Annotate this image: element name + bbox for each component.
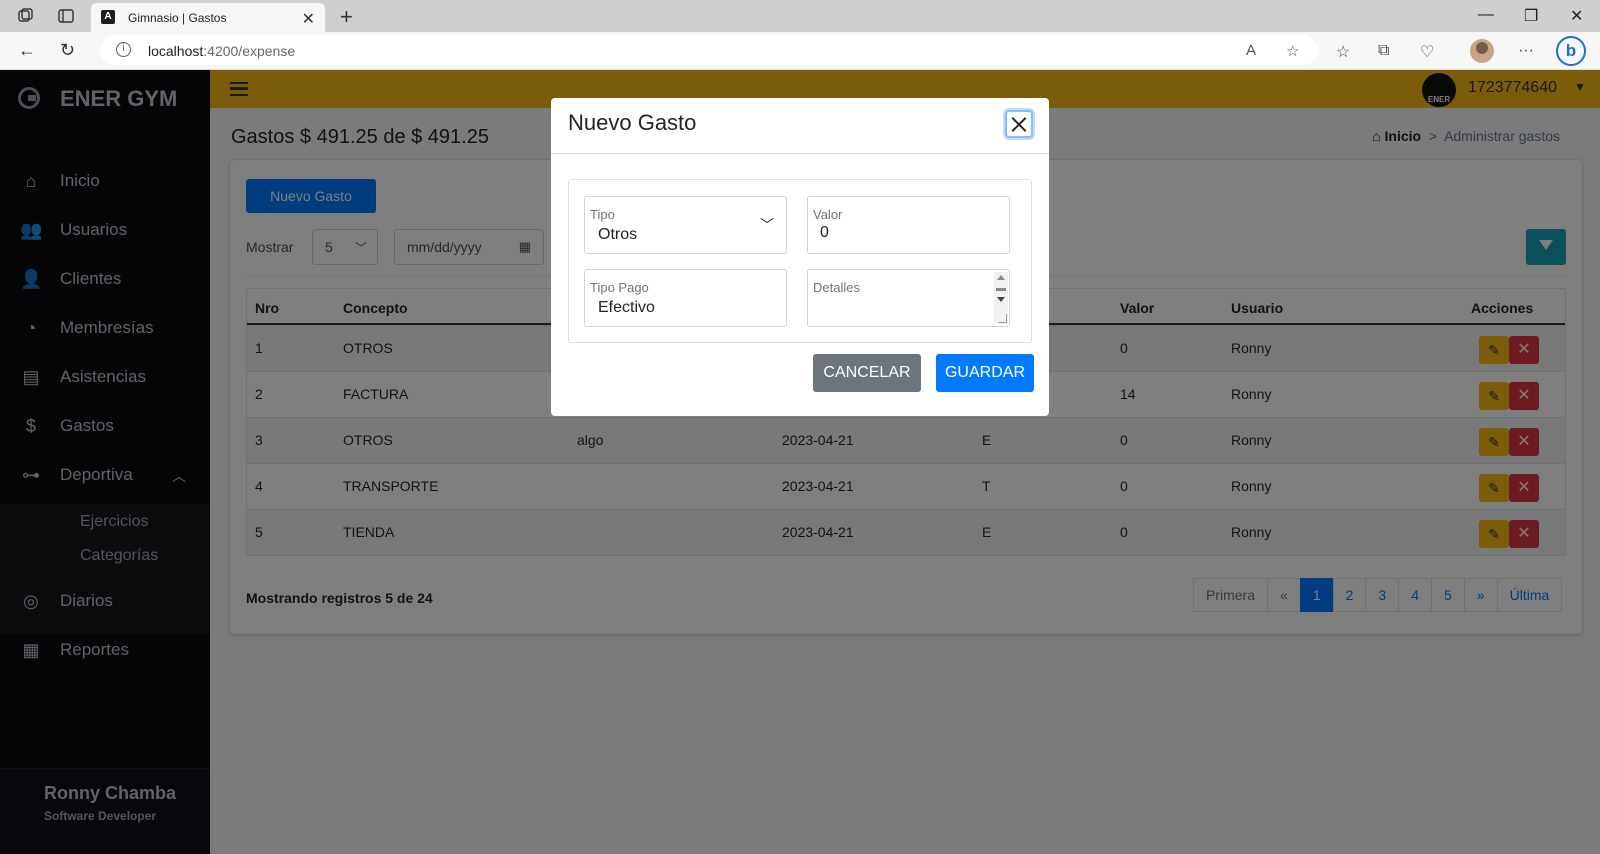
more-icon[interactable]: ··· [1518, 42, 1534, 60]
bing-icon[interactable]: b [1556, 36, 1586, 66]
favorites-icon[interactable]: ☆ [1336, 42, 1350, 62]
modal-divider [551, 153, 1049, 154]
refresh-icon[interactable]: ↻ [60, 40, 75, 61]
close-window-icon[interactable]: ✕ [1570, 6, 1583, 26]
url-field[interactable]: i localhost:4200/expense A ☆ [100, 35, 1318, 65]
restore-icon[interactable]: ❐ [1524, 6, 1538, 26]
angular-icon: A [101, 10, 115, 24]
tipo-pago-select[interactable]: Tipo Pago Efectivo [584, 269, 787, 327]
chevron-down-icon: ﹀ [760, 217, 774, 233]
save-button[interactable]: GUARDAR [936, 354, 1034, 392]
url-text: localhost:4200/expense [148, 43, 296, 59]
valor-field[interactable]: Valor 0 [807, 196, 1010, 254]
browser-tab-bar: A Gimnasio | Gastos ✕ + — ❐ ✕ [0, 0, 1600, 32]
collections-icon[interactable]: ⧉ [1378, 42, 1389, 60]
valor-value: 0 [820, 224, 829, 241]
detalles-textarea[interactable]: Detalles [807, 269, 1010, 327]
minimize-icon[interactable]: — [1478, 6, 1494, 24]
tipo-pago-label: Tipo Pago [590, 280, 649, 295]
textarea-scrollbar[interactable] [994, 272, 1008, 324]
tipo-value: Otros [598, 226, 638, 243]
tipo-pago-value: Efectivo [598, 299, 655, 316]
site-info-icon[interactable]: i [116, 42, 131, 57]
modal-title: Nuevo Gasto [568, 110, 697, 135]
detalles-label: Detalles [813, 280, 860, 295]
tab-title: Gimnasio | Gastos [128, 11, 227, 25]
new-tab-icon[interactable]: + [340, 4, 353, 30]
cancel-button[interactable]: CANCELAR [813, 354, 921, 392]
close-icon[interactable] [1005, 110, 1033, 138]
browser-address-bar: ← ↻ i localhost:4200/expense A ☆ ☆ ⧉ ♡ ·… [0, 32, 1600, 70]
tipo-label: Tipo [590, 207, 615, 222]
browser-tab[interactable]: A Gimnasio | Gastos ✕ [91, 3, 325, 32]
profile-avatar[interactable] [1470, 39, 1494, 63]
close-tab-icon[interactable]: ✕ [302, 9, 315, 29]
tab-actions-icon[interactable] [56, 6, 76, 26]
expense-form: Tipo Otros ﹀ Valor 0 Tipo Pago Efectivo … [568, 179, 1032, 343]
favorite-star-icon[interactable]: ☆ [1286, 42, 1299, 60]
resize-grip-icon[interactable] [998, 314, 1007, 323]
valor-label: Valor [813, 207, 843, 222]
browser-essentials-icon[interactable]: ♡ [1420, 42, 1434, 62]
read-aloud-icon[interactable]: A [1246, 42, 1256, 59]
new-expense-modal: Nuevo Gasto Tipo Otros ﹀ Valor 0 Tipo Pa… [551, 98, 1049, 416]
workspaces-icon[interactable] [16, 6, 36, 26]
tipo-select[interactable]: Tipo Otros ﹀ [584, 196, 787, 254]
back-icon[interactable]: ← [18, 40, 36, 61]
